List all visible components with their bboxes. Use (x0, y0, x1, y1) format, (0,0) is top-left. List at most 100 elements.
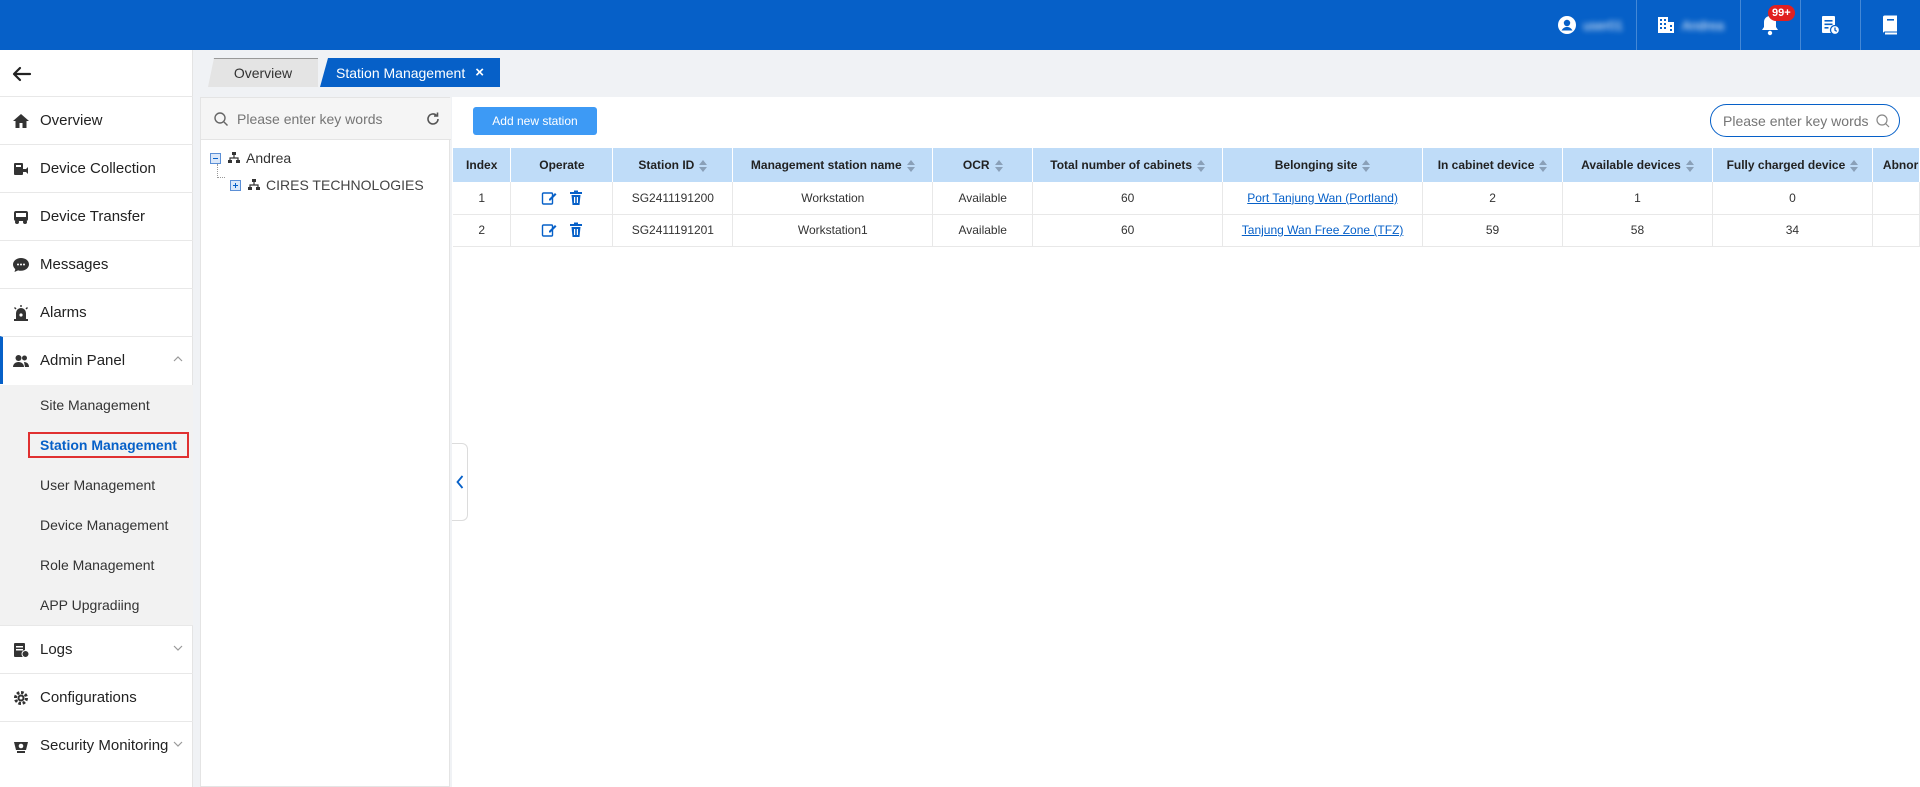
tree-node-label: CIRES TECHNOLOGIES (266, 177, 424, 193)
submenu-site-management[interactable]: Site Management (40, 395, 150, 415)
tab-station-management[interactable]: Station Management × (320, 58, 500, 87)
site-link[interactable]: Port Tanjung Wan (Portland) (1247, 191, 1398, 205)
header-label: Index (466, 158, 498, 172)
user-menu[interactable]: user01 (1545, 0, 1635, 50)
top-bar: user01 Andrea 99+ (0, 0, 1920, 50)
cell-in-cabinet: 59 (1422, 214, 1564, 247)
sidebar-item-label: Device Transfer (40, 208, 146, 225)
cell-abnormal (1872, 214, 1920, 247)
close-icon[interactable]: × (475, 64, 484, 81)
column-header[interactable]: Station ID (612, 148, 734, 182)
back-arrow-icon[interactable] (10, 62, 34, 86)
report-icon (1822, 16, 1841, 36)
home-icon (10, 110, 32, 132)
sort-icon[interactable] (906, 159, 915, 172)
submenu-device-management[interactable]: Device Management (40, 515, 168, 535)
sort-icon[interactable] (699, 159, 708, 172)
collapse-panel-handle[interactable] (452, 443, 468, 521)
edit-icon[interactable] (541, 222, 557, 238)
tree-search-input[interactable] (237, 110, 417, 127)
column-header[interactable]: Belonging site (1222, 148, 1424, 182)
table-row: 1 SG2411191200 Workstation Available 60 … (453, 182, 1920, 215)
tab-label: Station Management (336, 64, 466, 81)
sidebar-item-alarms[interactable]: Alarms (0, 288, 193, 336)
cell-abnormal (1872, 182, 1920, 215)
report-button[interactable] (1801, 0, 1859, 50)
add-station-button[interactable]: Add new station (473, 107, 597, 135)
cell-station-id: SG2411191201 (612, 214, 734, 247)
sort-icon[interactable] (1850, 159, 1859, 172)
column-header[interactable]: Total number of cabinets (1032, 148, 1224, 182)
tree-node-child[interactable]: CIRES TECHNOLOGIES (230, 177, 424, 193)
cell-charged: 34 (1712, 214, 1873, 247)
sort-icon[interactable] (1197, 159, 1206, 172)
submenu-app-upgrading[interactable]: APP Upgradiing (40, 595, 139, 615)
admin-submenu: Site Management Station Management User … (0, 385, 193, 625)
sidebar-item-configurations[interactable]: Configurations (0, 673, 193, 721)
admin-users-icon (10, 350, 32, 372)
column-header: Index (453, 148, 512, 182)
org-menu[interactable]: Andrea (1640, 0, 1740, 50)
sidebar-item-logs[interactable]: Logs (0, 625, 193, 673)
truck-icon (10, 206, 32, 228)
cell-available: 1 (1562, 182, 1713, 215)
sort-icon[interactable] (1685, 159, 1694, 172)
refresh-icon[interactable] (425, 111, 441, 127)
submenu-role-management[interactable]: Role Management (40, 555, 154, 575)
user-icon (1558, 16, 1577, 34)
cell-in-cabinet: 2 (1422, 182, 1564, 215)
sidebar-item-label: Overview (40, 112, 103, 129)
sidebar-item-device-collection[interactable]: Device Collection (0, 144, 193, 192)
trash-icon[interactable] (569, 190, 583, 206)
sidebar-item-messages[interactable]: Messages (0, 240, 193, 288)
column-header[interactable]: Available devices (1562, 148, 1713, 182)
cell-station-name: Workstation1 (732, 214, 934, 247)
cell-station-id: SG2411191200 (612, 182, 734, 215)
org-name: Andrea (1682, 17, 1724, 33)
header-label: Operate (539, 158, 585, 172)
sidebar-item-label: Device Collection (40, 160, 156, 177)
site-link[interactable]: Tanjung Wan Free Zone (TFZ) (1242, 223, 1404, 237)
search-icon[interactable] (1875, 113, 1891, 129)
cell-operate (510, 214, 614, 247)
cell-index: 2 (453, 214, 512, 247)
chevron-down-icon (173, 645, 183, 651)
sidebar-item-label: Configurations (40, 689, 137, 706)
sidebar-item-admin-panel[interactable]: Admin Panel (0, 336, 193, 384)
header-label: Station ID (638, 158, 695, 172)
column-header[interactable]: Management station name (732, 148, 934, 182)
chevron-down-icon (173, 741, 183, 747)
tab-overview[interactable]: Overview (208, 58, 318, 87)
expand-icon[interactable] (230, 179, 241, 191)
tree-search (201, 98, 451, 140)
cell-operate (510, 182, 614, 215)
trash-icon[interactable] (569, 222, 583, 238)
sidebar-item-security-monitoring[interactable]: Security Monitoring (0, 721, 193, 769)
table-search-input[interactable] (1723, 112, 1873, 129)
sidebar-item-device-transfer[interactable]: Device Transfer (0, 192, 193, 240)
sort-icon[interactable] (1539, 159, 1548, 172)
cell-cabinets: 60 (1032, 182, 1224, 215)
column-header[interactable]: Fully charged device (1712, 148, 1873, 182)
manual-button[interactable] (1861, 0, 1919, 50)
tab-label: Overview (233, 65, 293, 81)
column-header[interactable]: In cabinet device (1422, 148, 1564, 182)
sidebar-item-overview[interactable]: Overview (0, 96, 193, 144)
cell-cabinets: 60 (1032, 214, 1224, 247)
edit-icon[interactable] (541, 190, 557, 206)
header-label: In cabinet device (1437, 158, 1535, 172)
separator (1636, 0, 1637, 50)
collapse-icon[interactable] (210, 152, 221, 164)
cell-ocr: Available (932, 214, 1034, 247)
sort-icon[interactable] (994, 159, 1003, 172)
sort-icon[interactable] (1362, 159, 1371, 172)
submenu-user-management[interactable]: User Management (40, 475, 155, 495)
device-collection-icon (10, 158, 32, 180)
notification-badge: 99+ (1768, 5, 1795, 21)
column-header[interactable]: OCR (932, 148, 1034, 182)
search-icon (214, 111, 228, 126)
chevron-left-icon (455, 475, 463, 489)
sidebar-item-label: Logs (40, 641, 73, 658)
submenu-station-management[interactable]: Station Management (28, 432, 189, 458)
header-label: Available devices (1581, 158, 1681, 172)
